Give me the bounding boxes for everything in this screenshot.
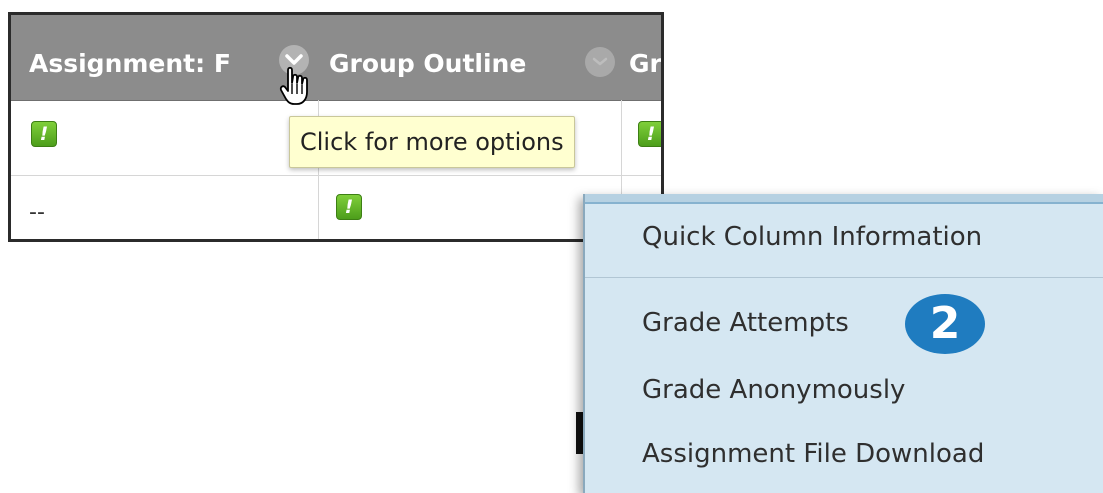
grid-header-row: Assignment: F Group Outline Gr [11, 15, 661, 101]
column-header-assignment[interactable]: Assignment: F [29, 48, 231, 80]
column-header-group-outline[interactable]: Group Outline [329, 48, 526, 80]
menu-item-quick-column-information[interactable]: Quick Column Information [642, 220, 982, 254]
exclamation-icon[interactable]: ! [638, 121, 661, 147]
menu-divider [585, 277, 1103, 278]
exclamation-icon[interactable]: ! [31, 121, 57, 147]
menu-item-grade-anonymously[interactable]: Grade Anonymously [642, 373, 905, 407]
column-header-partial[interactable]: Gr [629, 48, 661, 80]
tooltip: Click for more options [289, 116, 575, 168]
grade-cell-text: -- [29, 200, 45, 225]
exclamation-icon[interactable]: ! [336, 194, 362, 220]
chevron-down-icon[interactable] [585, 47, 615, 77]
menu-top-border [585, 194, 1103, 204]
hand-pointer-icon [279, 66, 308, 105]
column-options-menu: Quick Column Information Grade Attempts … [583, 194, 1103, 493]
menu-item-assignment-file-download[interactable]: Assignment File Download [642, 437, 984, 471]
step-number-badge: 2 [905, 294, 985, 354]
table-row: -- ! [11, 176, 661, 239]
menu-item-grade-attempts[interactable]: Grade Attempts [642, 306, 849, 340]
